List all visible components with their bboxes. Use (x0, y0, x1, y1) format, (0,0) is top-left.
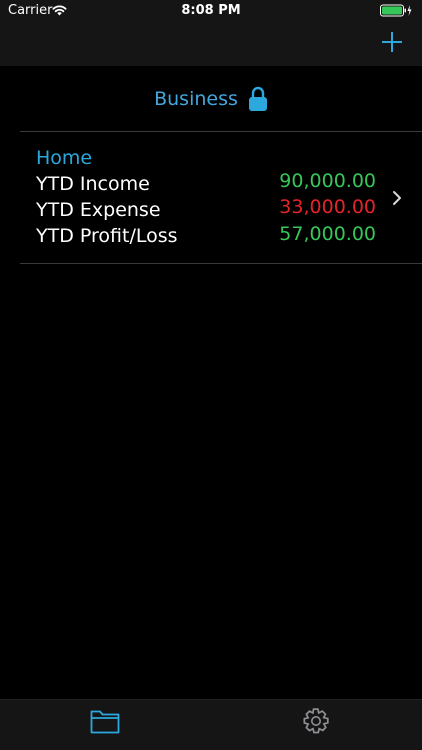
ytd-profit-loss-value: 57,000.00 (279, 223, 376, 245)
folder-icon (90, 710, 120, 734)
lock-icon (248, 86, 267, 111)
status-bar: Carrier 8:08 PM (0, 0, 422, 22)
tab-accounts[interactable] (90, 706, 120, 736)
battery-charging-icon (380, 4, 412, 17)
plus-icon (382, 32, 402, 52)
section-header: Business (0, 84, 422, 114)
tab-settings[interactable] (301, 706, 331, 736)
ytd-income-label: YTD Income (36, 173, 150, 195)
chevron-right-icon (393, 191, 401, 205)
ytd-profit-loss-label: YTD Profit/Loss (36, 225, 178, 247)
add-button[interactable] (380, 30, 404, 54)
ytd-expense-label: YTD Expense (36, 199, 161, 221)
ytd-expense-value: 33,000.00 (279, 196, 376, 218)
divider-bottom (20, 263, 422, 264)
status-time: 8:08 PM (181, 3, 241, 18)
account-row[interactable]: Home YTD Income 90,000.00 YTD Expense 33… (20, 132, 422, 262)
account-name: Home (36, 147, 93, 169)
navigation-bar (0, 22, 422, 66)
tab-bar (0, 699, 422, 750)
section-title: Business (154, 88, 238, 110)
ytd-income-value: 90,000.00 (279, 170, 376, 192)
gear-icon (303, 708, 329, 734)
